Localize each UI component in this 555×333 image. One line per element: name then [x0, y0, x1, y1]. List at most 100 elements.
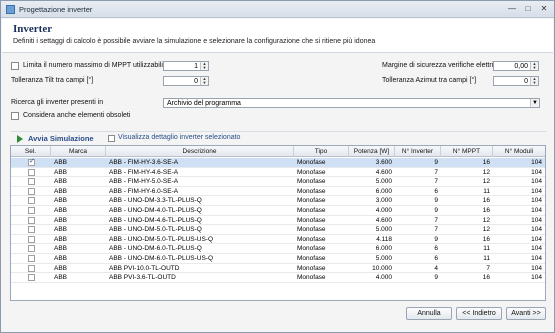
cell-marca: ABB — [54, 264, 68, 272]
cell-descrizione: ABB - UNO-DM-3.3-TL-PLUS-Q — [109, 197, 202, 205]
col-header-potenza[interactable]: Potenza [W] — [349, 146, 395, 157]
start-simulation-button[interactable]: Avvia Simulazione — [28, 134, 94, 143]
limit-mppt-label: Limita il numero massimo di MPPT utilizz… — [23, 62, 171, 69]
cell-potenza: 4.000 — [375, 207, 392, 214]
col-header-n-inverter[interactable]: N° Inverter — [395, 146, 441, 157]
cell-tipo: Monofase — [297, 226, 326, 234]
cell-marca: ABB — [54, 274, 68, 282]
spinner-arrows-icon[interactable]: ▲ ▼ — [530, 77, 538, 85]
search-source-label: Ricerca gli inverter presenti in — [11, 99, 104, 106]
row-select-checkbox[interactable] — [28, 264, 35, 272]
cancel-button[interactable]: Annulla — [406, 307, 452, 320]
maximize-button[interactable]: □ — [522, 4, 534, 14]
table-row[interactable]: ABB ABB PVI-3.6-TL-OUTD Monofase 4.000 9 16 10… — [11, 273, 545, 283]
detail-label[interactable]: Visualizza dettaglio inverter selezionat… — [118, 134, 240, 141]
row-select-checkbox[interactable] — [28, 157, 35, 166]
row-select-checkbox[interactable] — [28, 197, 35, 205]
table-row[interactable]: ABB ABB - FIM-HY-3.6-SE-A Monofase 3.600 9 16… — [11, 157, 545, 168]
cell-n-mppt: 16 — [482, 274, 490, 282]
col-header-sel[interactable]: Sel. — [11, 146, 51, 157]
cell-descrizione: ABB - FIM-HY-6.0-SE-A — [109, 187, 179, 195]
table-row[interactable]: ABB ABB - UNO-DM-5.0-TL-PLUS-US-Q Monofase… — [11, 235, 545, 245]
page-title: Inverter — [13, 23, 53, 35]
cell-potenza: 3.600 — [375, 159, 392, 166]
cell-marca: ABB — [54, 178, 68, 186]
tilt-spinner[interactable]: 0 ▲ ▼ — [163, 76, 209, 86]
cell-n-mppt: 11 — [483, 187, 490, 195]
col-header-n-mppt[interactable]: N° MPPT — [441, 146, 493, 157]
tilt-label: Tolleranza Tilt tra campi [°] — [11, 77, 94, 84]
cell-n-inverter: 6 — [434, 187, 438, 195]
table-row[interactable]: ABB ABB - FIM-HY-6.0-SE-A Monofase 6.000 6 11… — [11, 187, 545, 197]
spinner-arrows-icon[interactable]: ▲ ▼ — [200, 62, 208, 70]
cell-n-moduli: 104 — [531, 245, 542, 253]
search-source-select[interactable]: Archivio del programma ▼ — [163, 98, 540, 108]
cell-potenza: 4.600 — [375, 168, 392, 176]
cell-marca: ABB — [54, 245, 68, 253]
cell-descrizione: ABB - FIM-HY-4.6-SE-A — [109, 168, 179, 176]
col-header-n-moduli[interactable]: N° Moduli — [493, 146, 545, 157]
safety-margin-spinner[interactable]: 0,00 ▲ ▼ — [493, 61, 539, 71]
table-row[interactable]: ABB ABB - FIM-HY-5.0-SE-A Monofase 5.000 7 12… — [11, 177, 545, 187]
row-select-checkbox[interactable] — [28, 274, 35, 282]
limit-mppt-spinner[interactable]: 1 ▲ ▼ — [163, 61, 209, 71]
cell-n-moduli: 104 — [531, 178, 542, 186]
inverter-grid: Sel. Marca Descrizione Tipo Potenza [W] … — [10, 145, 546, 301]
cell-n-moduli: 104 — [531, 226, 542, 234]
row-select-checkbox[interactable] — [28, 245, 35, 253]
table-row[interactable]: ABB ABB PVI-10.0-TL-OUTD Monofase 10.000 4 7 1… — [11, 264, 545, 274]
table-row[interactable]: ABB ABB - FIM-HY-4.6-SE-A Monofase 4.600 7 12… — [11, 168, 545, 178]
cell-descrizione: ABB - FIM-HY-5.0-SE-A — [109, 178, 179, 186]
cell-marca: ABB — [54, 226, 68, 234]
cell-potenza: 5.000 — [375, 255, 392, 262]
cell-n-moduli: 104 — [531, 207, 542, 214]
row-select-checkbox[interactable] — [28, 235, 35, 243]
cell-tipo: Monofase — [297, 216, 326, 224]
cell-potenza: 5.000 — [375, 178, 392, 186]
col-header-marca[interactable]: Marca — [51, 146, 106, 157]
safety-margin-value: 0,00 — [514, 63, 528, 70]
close-button[interactable]: ✕ — [538, 4, 550, 14]
cell-potenza: 6.000 — [375, 187, 392, 195]
limit-mppt-value: 1 — [194, 63, 198, 70]
title-bar: Progettazione inverter — □ ✕ — [1, 1, 554, 18]
azimut-spinner[interactable]: 0 ▲ ▼ — [493, 76, 539, 86]
back-button[interactable]: << Indietro — [456, 307, 502, 320]
cell-n-moduli: 104 — [531, 216, 542, 224]
table-row[interactable]: ABB ABB - UNO-DM-4.0-TL-PLUS-Q Monofase 4.0… — [11, 206, 545, 216]
minimize-button[interactable]: — — [506, 4, 518, 14]
cell-n-inverter: 7 — [434, 168, 438, 176]
cell-n-mppt: 16 — [482, 159, 490, 166]
cell-n-inverter: 7 — [434, 216, 438, 224]
row-select-checkbox[interactable] — [28, 216, 35, 224]
chevron-down-icon[interactable]: ▼ — [530, 99, 539, 107]
cell-n-moduli: 104 — [531, 187, 542, 195]
play-icon[interactable] — [17, 135, 23, 143]
spinner-arrows-icon[interactable]: ▲ ▼ — [530, 62, 538, 70]
cell-potenza: 5.000 — [375, 226, 392, 234]
row-select-checkbox[interactable] — [28, 255, 35, 262]
table-row[interactable]: ABB ABB - UNO-DM-4.6-TL-PLUS-Q Monofase 4.6… — [11, 216, 545, 226]
row-select-checkbox[interactable] — [28, 207, 35, 214]
table-row[interactable]: ABB ABB - UNO-DM-6.0-TL-PLUS-US-Q Monofase… — [11, 254, 545, 264]
limit-mppt-checkbox[interactable] — [11, 62, 19, 70]
table-row[interactable]: ABB ABB - UNO-DM-6.0-TL-PLUS-Q Monofase 6.0… — [11, 244, 545, 254]
detail-checkbox[interactable] — [108, 135, 115, 142]
col-header-descrizione[interactable]: Descrizione — [106, 146, 294, 157]
cell-descrizione: ABB PVI-3.6-TL-OUTD — [109, 274, 176, 282]
next-button[interactable]: Avanti >> — [506, 307, 546, 320]
row-select-checkbox[interactable] — [28, 187, 35, 195]
row-select-checkbox[interactable] — [28, 226, 35, 234]
table-row[interactable]: ABB ABB - UNO-DM-3.3-TL-PLUS-Q Monofase 3.0… — [11, 196, 545, 206]
cell-marca: ABB — [54, 255, 68, 262]
azimut-value: 0 — [524, 78, 528, 85]
row-select-checkbox[interactable] — [28, 178, 35, 186]
table-row[interactable]: ABB ABB - UNO-DM-5.0-TL-PLUS-Q Monofase 5.0… — [11, 225, 545, 235]
cell-descrizione: ABB - FIM-HY-3.6-SE-A — [109, 159, 179, 166]
cell-n-inverter: 9 — [434, 235, 438, 243]
obsolete-checkbox[interactable] — [11, 112, 19, 120]
spinner-arrows-icon[interactable]: ▲ ▼ — [200, 77, 208, 85]
cell-tipo: Monofase — [297, 168, 326, 176]
row-select-checkbox[interactable] — [28, 168, 35, 176]
col-header-tipo[interactable]: Tipo — [294, 146, 349, 157]
